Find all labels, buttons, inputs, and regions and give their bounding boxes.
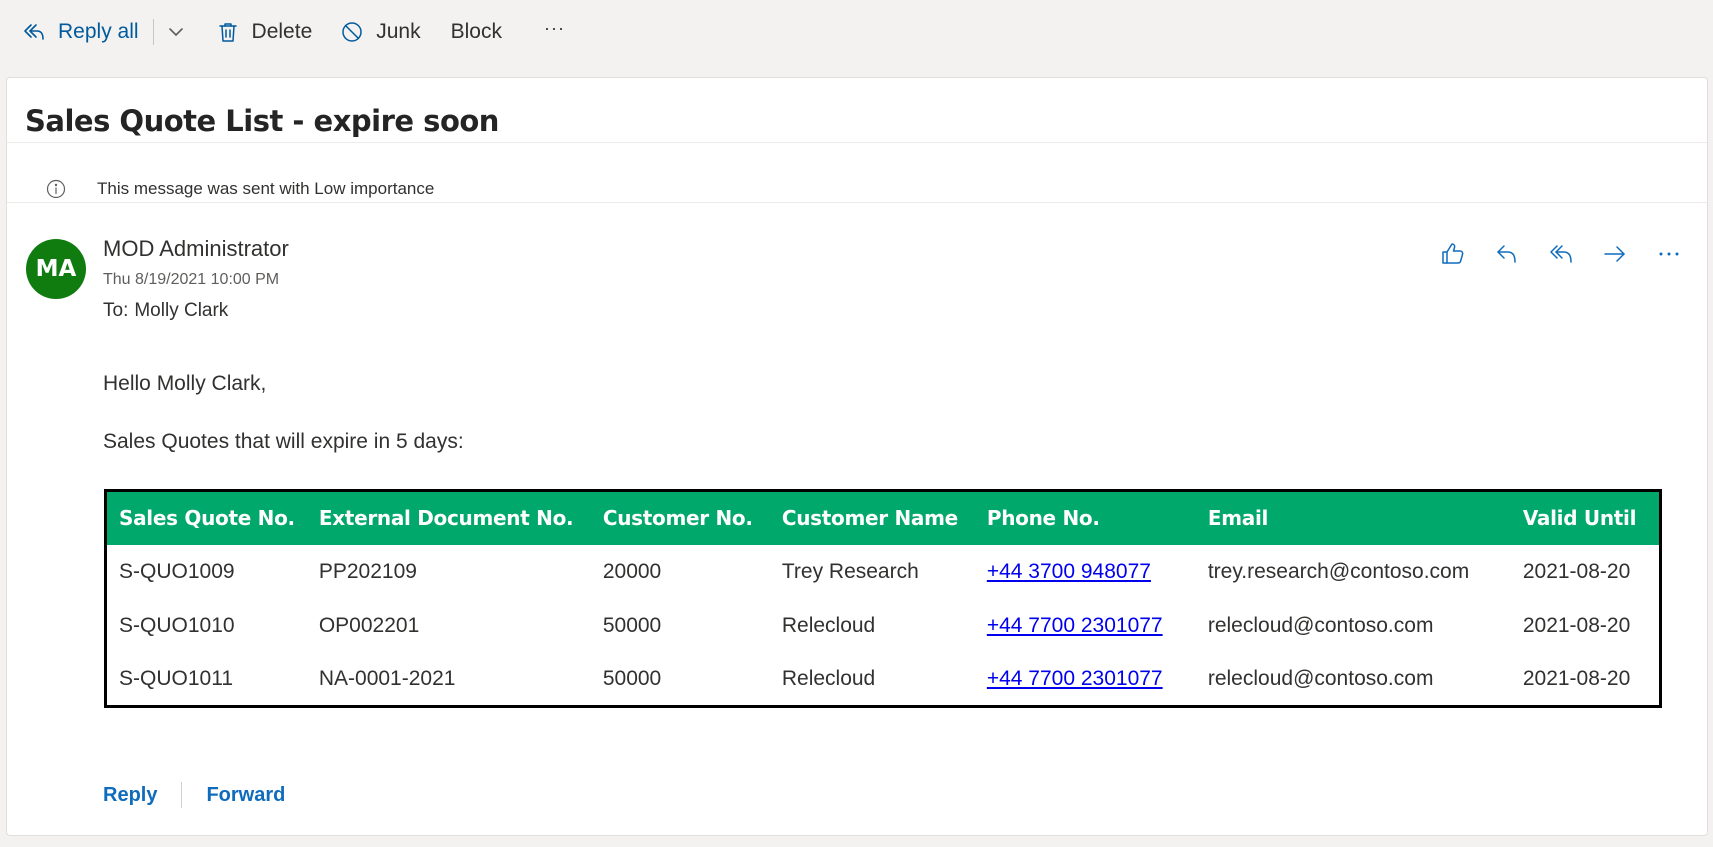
- column-header: Email: [1195, 490, 1511, 545]
- more-icon[interactable]: [1655, 240, 1683, 268]
- avatar-initials: MA: [35, 256, 77, 282]
- column-header: Sales Quote No.: [105, 490, 307, 545]
- reply-forward-bar: Reply Forward: [103, 782, 285, 808]
- phone-link[interactable]: +44 3700 948077: [987, 560, 1151, 583]
- message-actions: [1413, 240, 1683, 268]
- column-header: External Document No.: [306, 490, 591, 545]
- table-row: S-QUO1009 PP202109 20000 Trey Research +…: [106, 545, 1661, 599]
- trash-icon: [218, 23, 237, 42]
- table-row: S-QUO1011 NA-0001-2021 50000 Relecloud +…: [106, 653, 1661, 707]
- to-label: To:: [103, 300, 129, 321]
- command-toolbar: Reply all Delete Junk Block ···: [0, 0, 1713, 64]
- reply-all-icon: [24, 24, 44, 40]
- table-cell: OP002201: [318, 613, 420, 637]
- thumbs-up-icon[interactable]: [1439, 240, 1467, 268]
- importance-banner: This message was sent with Low importanc…: [7, 156, 1707, 221]
- avatar[interactable]: MA: [26, 239, 86, 299]
- more-icon: ···: [543, 17, 565, 38]
- message-date: Thu 8/19/2021 10:00 PM: [103, 271, 280, 288]
- toolbar-more-button[interactable]: ···: [544, 8, 565, 48]
- column-header: Customer Name: [769, 490, 975, 545]
- forward-link[interactable]: Forward: [206, 784, 285, 807]
- importance-text: This message was sent with Low importanc…: [97, 178, 435, 198]
- forward-arrow-icon[interactable]: [1601, 240, 1629, 268]
- reply-all-label: Reply all: [58, 20, 139, 43]
- toolbar-separator: [152, 19, 154, 45]
- sales-quote-table: Sales Quote No. External Document No. Cu…: [104, 489, 1662, 708]
- column-header: Valid Until: [1510, 490, 1661, 545]
- table-cell: relecloud@contoso.com: [1207, 666, 1434, 690]
- recipient-name[interactable]: Molly Clark: [134, 300, 228, 321]
- table-cell: PP202109: [318, 559, 417, 583]
- reply-icon[interactable]: [1493, 240, 1521, 268]
- table-cell: trey.research@contoso.com: [1207, 559, 1470, 583]
- table-cell: 2021-08-20: [1522, 666, 1631, 690]
- table-cell: 50000: [602, 613, 662, 637]
- table-cell: 50000: [602, 666, 662, 690]
- intro-text: Sales Quotes that will expire in 5 days:: [103, 430, 464, 453]
- table-cell: Relecloud: [781, 613, 876, 637]
- phone-link[interactable]: +44 7700 2301077: [987, 614, 1163, 637]
- table-cell: 2021-08-20: [1522, 613, 1631, 637]
- column-header: Customer No.: [590, 490, 770, 545]
- table-cell: +44 7700 2301077: [975, 599, 1196, 653]
- junk-label: Junk: [376, 20, 421, 43]
- table-row: S-QUO1010 OP002201 50000 Relecloud +44 7…: [106, 599, 1661, 653]
- info-icon: [46, 179, 66, 198]
- sender-name[interactable]: MOD Administrator: [103, 236, 289, 262]
- block-label: Block: [450, 20, 502, 43]
- table-cell: +44 3700 948077: [975, 545, 1196, 599]
- message-subject: Sales Quote List - expire soon: [25, 104, 499, 138]
- phone-link[interactable]: +44 7700 2301077: [987, 667, 1163, 690]
- block-circle-icon: [342, 22, 362, 42]
- table-cell: S-QUO1010: [119, 613, 235, 637]
- subject-divider: [7, 142, 1707, 143]
- table-cell: +44 7700 2301077: [975, 653, 1196, 707]
- table-cell: 2021-08-20: [1522, 559, 1631, 583]
- table-cell: NA-0001-2021: [318, 666, 456, 690]
- table-cell: Trey Research: [781, 559, 919, 583]
- column-header: Phone No.: [974, 490, 1196, 545]
- message-card: Sales Quote List - expire soon This mess…: [6, 77, 1708, 836]
- greeting-text: Hello Molly Clark,: [103, 372, 267, 395]
- recipient-line: To: Molly Clark: [103, 300, 228, 322]
- delete-button[interactable]: Delete: [216, 12, 313, 52]
- table-cell: relecloud@contoso.com: [1207, 613, 1434, 637]
- table-cell: S-QUO1009: [119, 559, 235, 583]
- delete-label: Delete: [251, 20, 313, 43]
- table-cell: Relecloud: [781, 666, 876, 690]
- block-button[interactable]: Block: [451, 12, 502, 52]
- footer-separator: [181, 782, 183, 808]
- table-cell: 20000: [602, 559, 662, 583]
- chevron-down-icon[interactable]: [166, 22, 186, 42]
- reply-link[interactable]: Reply: [103, 784, 157, 807]
- table-header-row: Sales Quote No. External Document No. Cu…: [105, 490, 1661, 545]
- table-cell: S-QUO1011: [119, 666, 233, 690]
- reply-all-button[interactable]: Reply all: [22, 12, 139, 52]
- reply-all-icon[interactable]: [1547, 240, 1575, 268]
- importance-divider: [7, 202, 1707, 203]
- junk-button[interactable]: Junk: [340, 12, 421, 52]
